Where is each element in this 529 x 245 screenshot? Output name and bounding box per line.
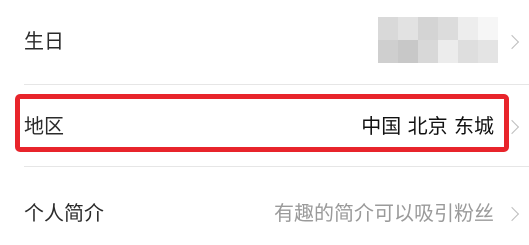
birthday-label: 生日: [24, 29, 64, 53]
profile-settings-list: 生日 地区 中国 北京 东城 个人简介 有趣的简介可以吸引粉丝: [0, 0, 529, 245]
bio-placeholder: 有趣的简介可以吸引粉丝: [274, 201, 494, 225]
bio-label: 个人简介: [24, 201, 104, 225]
divider: [24, 84, 529, 85]
region-highlight-box: [15, 94, 509, 152]
birthday-value-obscured: [378, 17, 498, 63]
chevron-right-icon: [504, 34, 520, 50]
bio-row[interactable]: 个人简介 有趣的简介可以吸引粉丝: [0, 165, 529, 245]
birthday-row[interactable]: 生日: [0, 0, 529, 82]
chevron-right-icon: [504, 206, 520, 222]
